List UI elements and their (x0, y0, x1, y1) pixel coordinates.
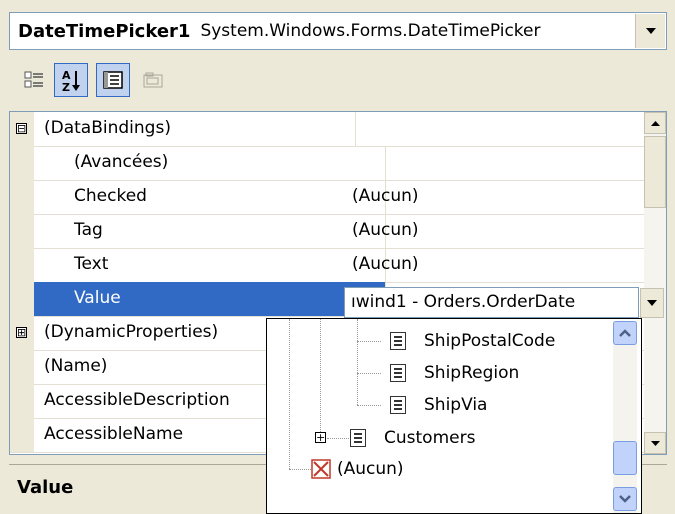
none-icon (311, 459, 331, 479)
properties-button[interactable] (96, 63, 130, 97)
grid-row-databindings[interactable]: ⊟ (DataBindings) (10, 112, 644, 147)
row-gutter: ⊞ (10, 316, 34, 350)
row-gutter (10, 384, 34, 418)
collapse-icon[interactable]: ⊟ (16, 123, 27, 134)
property-name: (DataBindings) (34, 112, 356, 146)
expand-icon[interactable]: + (315, 432, 326, 443)
property-value[interactable]: (Aucun) (346, 214, 650, 248)
property-name: Tag (34, 214, 386, 248)
row-gutter (10, 350, 34, 384)
scroll-up-button[interactable] (644, 112, 666, 134)
property-pages-button[interactable] (136, 63, 170, 97)
property-name: Value (34, 282, 386, 316)
chevron-down-icon (647, 300, 657, 306)
property-name: Checked (34, 180, 386, 214)
grid-row-text[interactable]: Text (Aucun) (10, 248, 644, 283)
tree-item-none[interactable]: (Aucun) (337, 454, 404, 484)
tree-item-shipvia[interactable]: ShipVia (424, 390, 487, 420)
chevron-up-icon (650, 120, 660, 126)
categorized-icon (24, 71, 43, 88)
grid-row-checked[interactable]: Checked (Aucun) (10, 180, 644, 215)
property-value[interactable]: (Aucun) (346, 248, 650, 282)
svg-text:Z: Z (62, 81, 70, 92)
table-icon (350, 429, 366, 447)
row-gutter (10, 248, 34, 282)
chevron-down-icon (619, 495, 631, 503)
properties-icon (103, 71, 123, 89)
property-name: (Avancées) (34, 146, 386, 180)
field-icon (390, 332, 406, 350)
property-name: Text (34, 248, 386, 282)
chevron-down-icon (650, 440, 660, 446)
value-dropdown-button[interactable] (640, 288, 664, 318)
description-title: Value (17, 477, 74, 498)
row-gutter (10, 418, 34, 452)
row-gutter (10, 146, 34, 180)
grid-scrollbar[interactable] (644, 112, 666, 454)
grid-row-avancees[interactable]: (Avancées) (10, 146, 644, 181)
tree-line (289, 469, 311, 470)
alphabetical-button[interactable]: A Z (54, 63, 88, 97)
alphabetical-sort-icon: A Z (62, 69, 80, 92)
chevron-down-icon[interactable] (635, 14, 665, 48)
property-value[interactable]: (Aucun) (346, 180, 650, 214)
tree-line (357, 341, 381, 342)
tree-item-shipregion[interactable]: ShipRegion (424, 358, 519, 388)
categorized-button[interactable] (17, 63, 51, 97)
tree-line (289, 319, 290, 469)
object-name: DateTimePicker1 (18, 20, 191, 42)
scroll-thumb[interactable] (644, 136, 666, 208)
tree-line (357, 373, 381, 374)
property-value[interactable] (346, 146, 650, 180)
row-gutter (10, 282, 34, 316)
scroll-thumb[interactable] (613, 441, 637, 475)
tree-line (357, 319, 358, 405)
tree-line (327, 438, 349, 439)
object-type: System.Windows.Forms.DateTimePicker (200, 21, 541, 41)
row-gutter: ⊟ (10, 112, 34, 146)
dropdown-scrollbar[interactable] (613, 321, 637, 513)
tree-item-shippostalcode[interactable]: ShipPostalCode (424, 326, 555, 356)
field-icon (390, 396, 406, 414)
value-editor[interactable]: ıwind1 - Orders.OrderDate (344, 287, 639, 318)
scroll-down-button[interactable] (613, 487, 637, 511)
field-icon (390, 364, 406, 382)
grid-row-tag[interactable]: Tag (Aucun) (10, 214, 644, 249)
object-selector[interactable]: DateTimePicker1 System.Windows.Forms.Dat… (9, 12, 667, 50)
tree-item-customers[interactable]: Customers (384, 423, 475, 453)
chevron-up-icon (619, 329, 631, 337)
row-gutter (10, 180, 34, 214)
property-pages-icon (143, 72, 163, 88)
scroll-up-button[interactable] (613, 321, 637, 345)
tree-line (357, 405, 381, 406)
property-value[interactable] (346, 112, 650, 146)
expand-icon[interactable]: ⊞ (16, 327, 27, 338)
binding-dropdown-tree[interactable]: ShipPostalCode ShipRegion ShipVia + Cust… (266, 318, 642, 514)
scroll-down-button[interactable] (644, 432, 666, 454)
row-gutter (10, 214, 34, 248)
tree-line (320, 319, 321, 438)
